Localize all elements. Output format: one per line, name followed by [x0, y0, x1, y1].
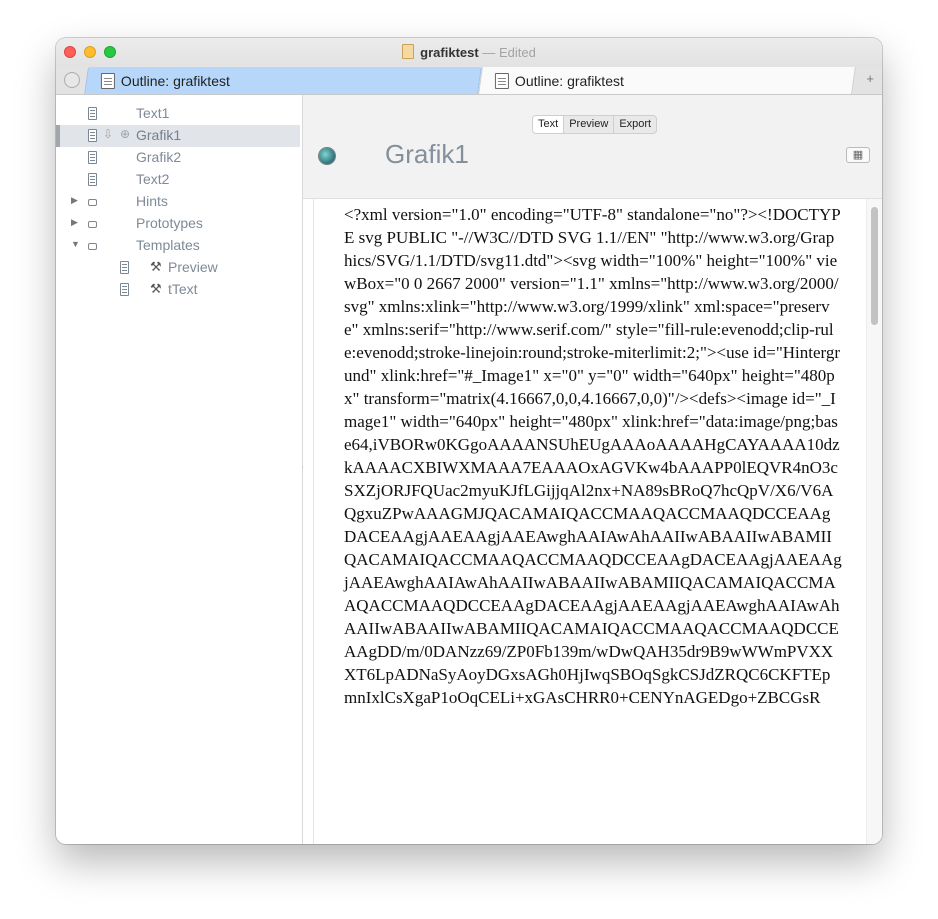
text-editor[interactable]: <?xml version="1.0" encoding="UTF-8" sta…	[313, 199, 882, 844]
outline-item-label: Preview	[168, 259, 218, 275]
app-window: grafiktest — Edited Outline: grafiktest …	[56, 38, 882, 844]
outline-item-preview[interactable]: ⚒ Preview	[56, 257, 300, 279]
tab-outline-1[interactable]: Outline: grafiktest	[84, 67, 482, 94]
disclosure-triangle-icon[interactable]: ▶	[71, 195, 78, 206]
note-icon	[120, 261, 129, 274]
outline-item-prototypes[interactable]: ▶ Prototypes	[56, 213, 300, 235]
note-icon	[120, 283, 129, 296]
outline-item-templates[interactable]: ▼ Templates	[56, 235, 300, 257]
note-header: Text Preview Export Grafik1 ▦	[303, 95, 882, 199]
note-badge-icon[interactable]	[319, 148, 335, 164]
down-arrow-icon[interactable]: ⇩	[103, 127, 113, 141]
window-title-sep: —	[478, 45, 499, 60]
container-icon	[88, 199, 97, 206]
outline-item-label: Hints	[136, 193, 168, 209]
outline-item-label: Prototypes	[136, 215, 203, 231]
note-icon	[88, 173, 97, 186]
container-icon	[88, 221, 97, 228]
outline-item-label: Text1	[136, 105, 170, 121]
window-title: grafiktest — Edited	[56, 44, 882, 60]
tab-label: Outline: grafiktest	[121, 72, 230, 89]
outline-item-text2[interactable]: Text2	[56, 169, 300, 191]
note-pane: Text Preview Export Grafik1 ▦ <?xml vers…	[303, 95, 882, 844]
title-bar: grafiktest — Edited	[56, 38, 882, 66]
export-mode-button[interactable]: Export	[614, 116, 656, 133]
outline-item-ttext[interactable]: ⚒ tText	[56, 279, 300, 301]
key-attributes-table-icon[interactable]: ▦	[846, 147, 870, 163]
view-mode-control: Text Preview Export	[532, 115, 658, 134]
outline-item-label: tText	[168, 281, 198, 297]
outline-item-hints[interactable]: ▶ Hints	[56, 191, 300, 213]
outline-sidebar: Text1 ⇩ ⊕ Grafik1 Grafik2 Text2 ▶ Hints …	[56, 95, 303, 844]
note-icon	[88, 151, 97, 164]
tab-label: Outline: grafiktest	[515, 72, 624, 89]
editor-scrollbar[interactable]	[866, 199, 882, 844]
tab-overview-button[interactable]	[64, 72, 80, 88]
note-icon	[88, 129, 97, 142]
tab-outline-2[interactable]: Outline: grafiktest	[478, 67, 856, 94]
text-mode-button[interactable]: Text	[533, 116, 565, 133]
outline-item-label: Grafik2	[136, 149, 182, 165]
note-text-content[interactable]: <?xml version="1.0" encoding="UTF-8" sta…	[344, 203, 842, 709]
outline-doc-icon	[101, 72, 115, 89]
outline-item-label: Templates	[136, 237, 200, 253]
outline-item-grafik2[interactable]: Grafik2	[56, 147, 300, 169]
disclosure-triangle-icon[interactable]: ▶	[71, 217, 78, 228]
add-tab-button[interactable]: +	[866, 71, 874, 86]
outline-item-label: Text2	[136, 171, 170, 187]
template-tools-icon: ⚒	[150, 259, 162, 274]
outline-doc-icon	[495, 72, 509, 89]
outline-item-grafik1[interactable]: ⇩ ⊕ Grafik1	[56, 125, 300, 147]
note-icon	[88, 107, 97, 120]
note-title[interactable]: Grafik1	[385, 139, 469, 170]
outline-item-text1[interactable]: Text1	[56, 103, 300, 125]
tab-bar: Outline: grafiktest Outline: grafiktest …	[56, 66, 882, 95]
container-icon	[88, 243, 97, 250]
outline-item-label: Grafik1	[136, 127, 182, 143]
window-edited-status: Edited	[498, 45, 536, 60]
editor-scrollbar-thumb[interactable]	[871, 207, 878, 325]
preview-mode-button[interactable]: Preview	[564, 116, 615, 133]
template-tools-icon: ⚒	[150, 281, 162, 296]
document-icon	[402, 44, 415, 59]
add-circle-icon[interactable]: ⊕	[120, 127, 130, 141]
window-title-name: grafiktest	[420, 45, 479, 60]
disclosure-triangle-icon[interactable]: ▼	[71, 239, 80, 249]
